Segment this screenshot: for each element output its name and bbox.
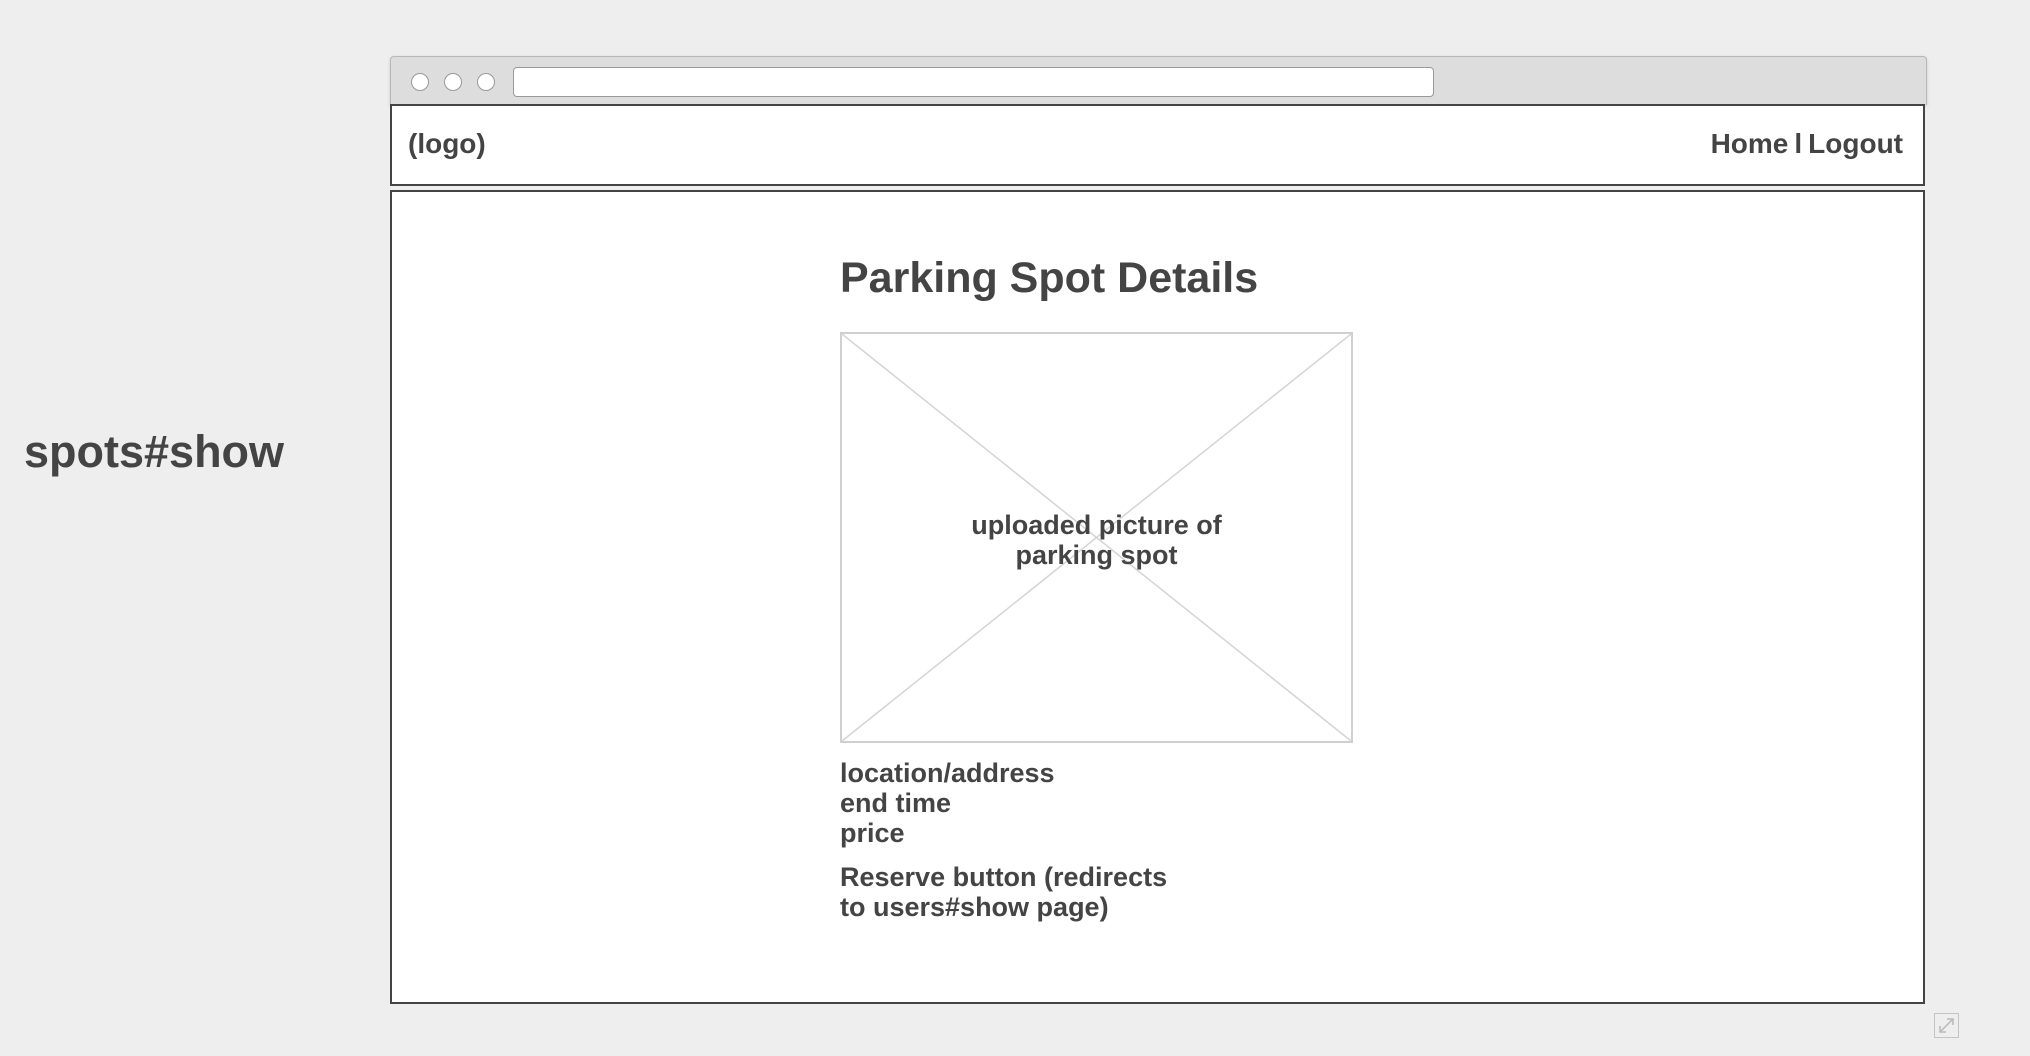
image-placeholder: uploaded picture of parking spot bbox=[840, 332, 1353, 743]
expand-icon[interactable] bbox=[1934, 1013, 1959, 1038]
reserve-button-note[interactable]: Reserve button (redirects to users#show … bbox=[840, 862, 1200, 922]
nav-home-link[interactable]: Home bbox=[1711, 128, 1789, 159]
window-minimize-button[interactable] bbox=[444, 73, 462, 91]
image-placeholder-caption: uploaded picture of parking spot bbox=[842, 510, 1351, 570]
nav-links: Home l Logout bbox=[1711, 128, 1903, 160]
nav-separator: l bbox=[1794, 128, 1803, 159]
image-caption-line-1: uploaded picture of bbox=[971, 510, 1222, 540]
image-caption-line-2: parking spot bbox=[1015, 540, 1178, 570]
detail-location: location/address bbox=[840, 758, 1055, 788]
window-close-button[interactable] bbox=[411, 73, 429, 91]
logo[interactable]: (logo) bbox=[408, 128, 486, 160]
reserve-note-line-2: to users#show page) bbox=[840, 892, 1109, 922]
browser-title-bar bbox=[390, 56, 1927, 105]
browser-window: (logo) Home l Logout Parking Spot Details … bbox=[390, 56, 1927, 1004]
spot-details-list: location/address end time price bbox=[840, 758, 1055, 848]
content-area: Parking Spot Details uploaded picture of… bbox=[390, 190, 1925, 1004]
navbar: (logo) Home l Logout bbox=[390, 104, 1925, 186]
detail-price: price bbox=[840, 818, 905, 848]
nav-logout-link[interactable]: Logout bbox=[1808, 128, 1903, 159]
reserve-note-line-1: Reserve button (redirects bbox=[840, 862, 1168, 892]
page-title: Parking Spot Details bbox=[840, 254, 1259, 302]
window-maximize-button[interactable] bbox=[477, 73, 495, 91]
detail-end-time: end time bbox=[840, 788, 952, 818]
address-bar[interactable] bbox=[513, 67, 1434, 97]
page-label: spots#show bbox=[24, 426, 285, 477]
